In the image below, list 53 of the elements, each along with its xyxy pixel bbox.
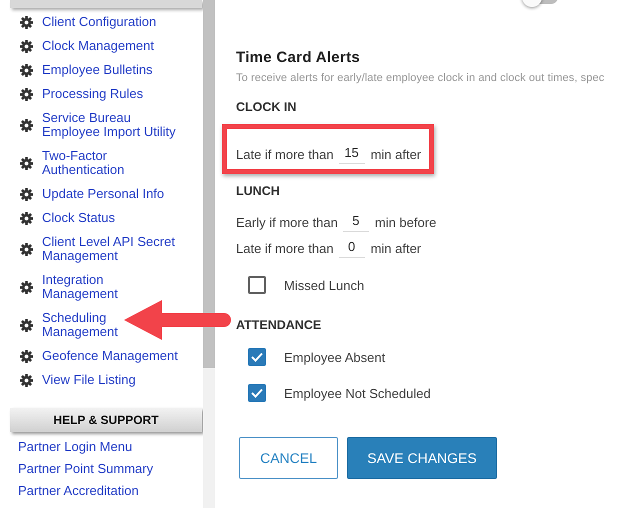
gear-icon [20, 374, 33, 386]
description-text: To receive alerts for early/late employee clock in and clock out times, spec [236, 71, 606, 85]
menu-link[interactable]: Processing Rules [42, 87, 145, 101]
gear-icon [20, 40, 33, 52]
field-label: Late if more than [236, 240, 334, 256]
menu-link[interactable]: Scheduling Management [42, 311, 119, 339]
gear-icon [20, 118, 33, 132]
menu-link[interactable]: Client Level API Secret Management [42, 235, 176, 263]
save-button[interactable]: SAVE CHANGES [347, 437, 497, 479]
menu-link[interactable]: Service Bureau Employee Import Utility [42, 111, 177, 139]
minutes-field[interactable]: 0 [338, 238, 365, 258]
gear-icon [20, 318, 33, 332]
gear-icon [20, 350, 33, 362]
gear-icon [20, 212, 33, 224]
gear-icon [20, 280, 33, 294]
gear-icon [20, 64, 33, 76]
group-heading: LUNCH [236, 183, 281, 199]
scrollbar[interactable] [203, 0, 215, 508]
checkbox[interactable] [248, 384, 266, 402]
gear-icon [20, 242, 33, 256]
menu-link[interactable]: Integration Management [42, 273, 119, 301]
checkbox-label: Employee Not Scheduled [284, 386, 431, 400]
menu-link[interactable]: Update Personal Info [42, 187, 166, 201]
field-label: min after [370, 146, 422, 162]
menu-link[interactable]: Two-Factor Authentication [42, 149, 126, 177]
group-heading: ATTENDANCE [236, 317, 322, 333]
menu-link[interactable]: Clock Status [42, 211, 116, 225]
minutes-field[interactable]: 5 [342, 212, 369, 232]
checkbox[interactable] [248, 348, 266, 366]
support-link[interactable]: Partner Point Summary [18, 458, 154, 480]
gear-icon [20, 188, 33, 200]
gear-icon [20, 156, 33, 170]
section-header: HELP & SUPPORT [10, 408, 202, 432]
gear-icon [20, 16, 33, 28]
checkbox-label: Missed Lunch [284, 278, 364, 292]
cancel-button[interactable]: CANCEL [239, 437, 338, 479]
gear-icon [20, 88, 33, 100]
menu-link[interactable]: Employee Bulletins [42, 63, 154, 77]
checkbox-label: Employee Absent [284, 350, 386, 364]
field-label: min before [374, 214, 436, 230]
field-label: min after [370, 240, 422, 256]
menu-link[interactable]: Clock Management [42, 39, 155, 53]
field-label: Late if more than [236, 146, 334, 162]
menu-link[interactable]: Geofence Management [42, 349, 179, 363]
group-heading: CLOCK IN [236, 99, 298, 115]
minutes-field[interactable]: 15 [338, 144, 365, 164]
menu-link[interactable]: View File Listing [42, 373, 137, 387]
support-link[interactable]: Partner Accreditation [18, 480, 139, 502]
checkbox[interactable] [248, 276, 266, 294]
support-link[interactable]: Partner Login Menu [18, 436, 132, 458]
menu-link[interactable]: Client Configuration [42, 15, 158, 29]
section-title: Time Card Alerts [236, 49, 362, 67]
field-label: Early if more than [236, 214, 338, 230]
